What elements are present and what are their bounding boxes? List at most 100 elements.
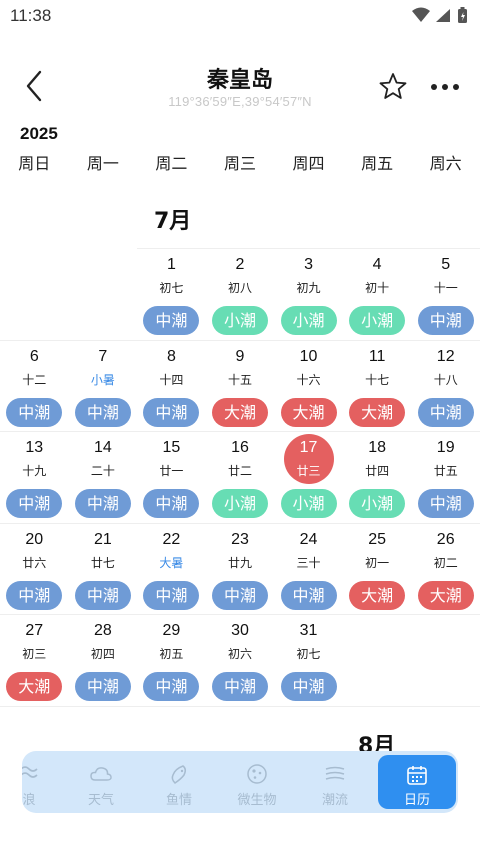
lunar-date: 廿四 — [365, 464, 390, 478]
calendar-day[interactable]: 26 初二 大潮 — [411, 524, 480, 615]
tide-badge: 大潮 — [417, 580, 474, 610]
calendar-day[interactable]: 13 十九中潮 — [0, 432, 69, 523]
calendar-day[interactable]: 14 二十 中潮 — [69, 432, 138, 523]
tide-badge: 中潮 — [211, 580, 268, 610]
calendar-day[interactable]: 30 初六 中潮 — [206, 615, 275, 706]
day-number: 4 — [372, 256, 382, 273]
tide-badge: 中潮 — [143, 672, 200, 701]
year-label: 2025 — [20, 124, 58, 143]
tide-badge: 中潮 — [6, 397, 63, 427]
header: 秦皇岛 119°36′59″E,39°54′57″N — [0, 52, 480, 122]
lunar-date: 廿三 — [296, 464, 321, 478]
favorite-button[interactable] — [376, 70, 410, 104]
lunar-date: 十四 — [159, 372, 184, 387]
day-number: 15 — [162, 439, 181, 456]
tide-badge: 中潮 — [74, 580, 131, 610]
nav-item-microbe[interactable]: 微生物 — [218, 751, 296, 813]
calendar-day[interactable]: 1 初七 中潮 — [137, 249, 206, 340]
tide-badge: 中潮 — [143, 580, 200, 610]
day-number: 16 — [231, 439, 249, 456]
nav-item-fish[interactable]: 鱼情 — [140, 751, 218, 813]
calendar-day[interactable]: 15 廿一 中潮 — [137, 432, 206, 523]
calendar-day[interactable]: 20 廿六 中潮 — [0, 524, 69, 615]
day-number: 7 — [98, 347, 108, 365]
lunar-date: 十九 — [22, 464, 47, 478]
tide-badge: 中潮 — [6, 489, 63, 518]
calendar-day[interactable]: 24 三十 中潮 — [274, 524, 343, 615]
wave-icon — [22, 766, 38, 778]
calendar-day[interactable]: 11 十七 大潮 — [343, 341, 412, 432]
calendar-day[interactable]: 7 小暑 中潮 — [69, 341, 138, 432]
day-number: 21 — [93, 530, 112, 548]
tide-badge: 中潮 — [211, 672, 268, 701]
wifi-icon — [412, 7, 430, 22]
nav-label: 微生物 — [237, 793, 277, 808]
day-number: 12 — [436, 347, 455, 365]
nav-item-current[interactable]: 潮流 — [296, 751, 374, 813]
calendar-day[interactable]: 19 廿五 中潮 — [411, 432, 480, 523]
nav-item-weather[interactable]: 天气 — [62, 751, 140, 813]
day-number: 24 — [299, 530, 318, 548]
calendar-day[interactable]: 31 初七 中潮 — [274, 615, 343, 706]
day-number: 18 — [368, 439, 387, 456]
calendar-day[interactable]: 23 廿九中潮 — [206, 524, 275, 615]
day-number: 8 — [166, 347, 176, 365]
calendar-day-today[interactable]: 17 廿三 小潮 — [274, 432, 343, 523]
lunar-date: 初四 — [90, 647, 115, 661]
nav-item-calendar[interactable]: 日历 — [378, 755, 456, 809]
calendar-day[interactable]: 4 初十 小潮 — [343, 249, 412, 340]
day-number: 13 — [25, 439, 44, 456]
day-number: 28 — [93, 622, 112, 639]
calendar-day[interactable]: 16 廿二 小潮 — [206, 432, 275, 523]
calendar-day[interactable]: 28 初四 中潮 — [69, 615, 138, 706]
day-number: 19 — [436, 439, 455, 456]
calendar-day[interactable]: 3 初九 小潮 — [274, 249, 343, 340]
tide-badge: 大潮 — [211, 397, 268, 427]
lunar-date: 初五 — [159, 647, 184, 661]
calendar-day[interactable]: 18 廿四 小潮 — [343, 432, 412, 523]
lunar-date: 廿七 — [90, 555, 115, 570]
day-number: 3 — [304, 256, 314, 273]
weekday-sat: 周六 — [429, 154, 462, 173]
more-button[interactable] — [428, 70, 462, 104]
day-number: 14 — [93, 439, 112, 456]
day-number: 23 — [231, 530, 249, 548]
day-number: 10 — [299, 347, 318, 365]
lunar-date: 廿二 — [227, 464, 252, 478]
calendar-day[interactable]: 9 十五 大潮 — [206, 341, 275, 432]
month-title-july: 7月 — [154, 209, 192, 234]
lunar-date: 廿九 — [227, 555, 252, 570]
calendar-day[interactable]: 12 十八 中潮 — [411, 341, 480, 432]
day-number: 27 — [25, 622, 44, 639]
lunar-date: 廿一 — [159, 464, 184, 478]
status-bar: 11:38 — [0, 0, 480, 34]
calendar-day[interactable]: 22 大暑 中潮 — [137, 524, 206, 615]
calendar-day[interactable]: 5 十一 中潮 — [411, 249, 480, 340]
tide-badge: 小潮 — [280, 489, 337, 518]
weekday-header: 周日 周一 周二 周三 周四 周五 周六 — [0, 150, 480, 174]
day-number: 11 — [368, 347, 386, 365]
tide-badge: 中潮 — [143, 306, 200, 335]
calendar-day[interactable]: 27 初三 大潮 — [0, 615, 69, 706]
calendar-day[interactable]: 10 十六 大潮 — [274, 341, 343, 432]
calendar-day[interactable]: 29 初五 中潮 — [137, 615, 206, 706]
bottom-nav: 浪 天气 鱼情 微生物 潮流 日历 — [22, 751, 458, 813]
calendar-day[interactable]: 6 十二 中潮 — [0, 341, 69, 432]
tide-badge: 中潮 — [74, 489, 131, 518]
day-number: 25 — [368, 530, 387, 548]
calendar-day[interactable]: 8 十四 中潮 — [137, 341, 206, 432]
lunar-date: 十一 — [433, 281, 458, 295]
solar-term-label: 大暑 — [159, 555, 184, 570]
calendar-day[interactable]: 21 廿七中潮 — [69, 524, 138, 615]
lunar-date: 初七 — [296, 647, 321, 661]
day-number: 2 — [235, 256, 245, 273]
fish-icon — [171, 765, 187, 784]
nav-label: 日历 — [403, 793, 430, 808]
day-number: 20 — [25, 530, 44, 548]
calendar-day[interactable]: 25 初一 大潮 — [343, 524, 412, 615]
lunar-date: 十二 — [22, 372, 47, 387]
calendar-day[interactable]: 2 初八 小潮 — [206, 249, 275, 340]
weekday-sun: 周日 — [18, 154, 51, 173]
tide-badge: 大潮 — [349, 580, 406, 610]
nav-label: 鱼情 — [165, 793, 192, 808]
